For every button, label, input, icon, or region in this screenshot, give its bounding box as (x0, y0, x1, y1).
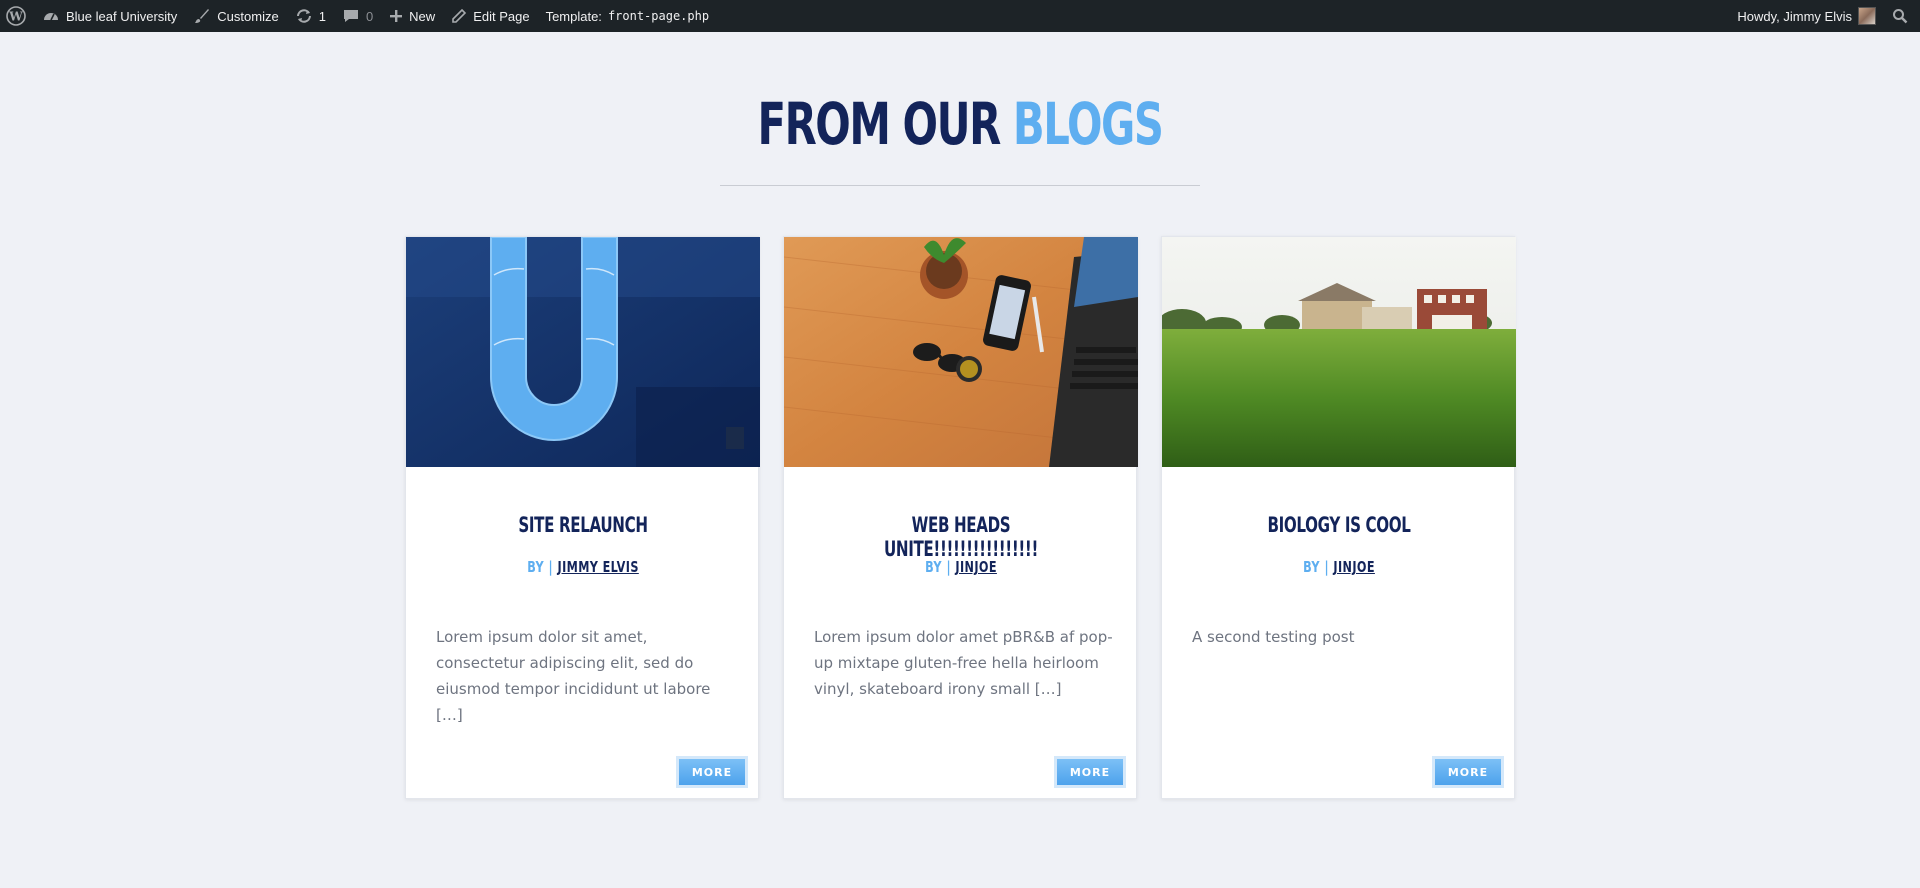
byline-by: BY (527, 558, 545, 576)
author-link[interactable]: JIMMY ELVIS (558, 558, 639, 576)
template-info[interactable]: Template: front-page.php (538, 0, 718, 32)
post-thumbnail[interactable] (784, 237, 1138, 467)
blog-card: WEB HEADS UNITE!!!!!!!!!!!!!!!! BY | JINJO… (783, 236, 1138, 799)
template-file: front-page.php (607, 9, 710, 23)
heading-dark-text: FROM OUR (757, 90, 1001, 158)
edit-page-label: Edit Page (473, 8, 530, 24)
site-name-menu[interactable]: Blue leaf University (34, 0, 185, 32)
heading-divider (720, 185, 1200, 186)
more-button[interactable]: MORE (1054, 756, 1126, 788)
post-excerpt: Lorem ipsum dolor sit amet, consectetur … (436, 628, 711, 724)
byline-separator: | (548, 558, 554, 576)
wp-logo-menu[interactable]: W (0, 0, 34, 32)
comments-count: 0 (365, 8, 374, 24)
new-label: New (409, 8, 436, 24)
search-icon (1893, 9, 1908, 24)
more-button[interactable]: MORE (1432, 756, 1504, 788)
comments-menu[interactable]: 0 (334, 0, 381, 32)
blog-card: BIOLOGY IS COOL BY | JINJOE A second testi… (1161, 236, 1516, 799)
post-byline: BY | JINJOE (1206, 558, 1472, 576)
author-link[interactable]: JINJOE (1333, 558, 1374, 576)
byline-by: BY (925, 558, 942, 576)
customize-label: Customize (217, 8, 279, 24)
site-name: Blue leaf University (66, 8, 178, 24)
blog-card: SITE RELAUNCH BY | JIMMY ELVIS Lorem ipsum… (405, 236, 760, 799)
section-heading: FROM OUR BLOGS (269, 88, 1651, 160)
dashboard-icon (44, 13, 58, 21)
search-menu[interactable] (1884, 0, 1920, 32)
post-byline: BY | JIMMY ELVIS (450, 558, 716, 576)
post-thumbnail[interactable] (406, 237, 760, 467)
author-link[interactable]: JINJOE (955, 558, 996, 576)
admin-bar: W Blue leaf University Customize 1 0 New… (0, 0, 1920, 32)
user-greeting: Howdy, Jimmy Elvis (1737, 8, 1852, 24)
comment-icon (343, 10, 358, 22)
byline-separator: | (946, 558, 951, 576)
post-title[interactable]: SITE RELAUNCH (456, 513, 711, 537)
svg-text:W: W (8, 10, 23, 24)
customize-menu[interactable]: Customize (185, 0, 286, 32)
brush-icon (195, 9, 210, 23)
updates-count: 1 (318, 8, 326, 24)
heading-light-text: BLOGS (1012, 90, 1164, 158)
byline-by: BY (1303, 558, 1320, 576)
updates-menu[interactable]: 1 (287, 0, 334, 32)
template-label: Template: (545, 8, 602, 24)
my-account-menu[interactable]: Howdy, Jimmy Elvis (1729, 0, 1884, 32)
post-title[interactable]: WEB HEADS UNITE!!!!!!!!!!!!!!!! (834, 513, 1089, 561)
post-excerpt: Lorem ipsum dolor amet pBR&B af pop-up m… (814, 628, 1113, 698)
more-button[interactable]: MORE (676, 756, 748, 788)
refresh-icon (296, 9, 311, 23)
avatar (1858, 7, 1876, 25)
post-byline: BY | JINJOE (828, 558, 1094, 576)
wordpress-icon: W (6, 6, 26, 26)
edit-page-menu[interactable]: Edit Page (443, 0, 537, 32)
pencil-icon (452, 8, 467, 23)
post-title[interactable]: BIOLOGY IS COOL (1212, 513, 1467, 537)
new-content-menu[interactable]: New (381, 0, 443, 32)
byline-separator: | (1324, 558, 1329, 576)
post-thumbnail[interactable] (1162, 237, 1516, 467)
plus-icon (390, 10, 403, 22)
post-excerpt: A second testing post (1192, 628, 1355, 646)
